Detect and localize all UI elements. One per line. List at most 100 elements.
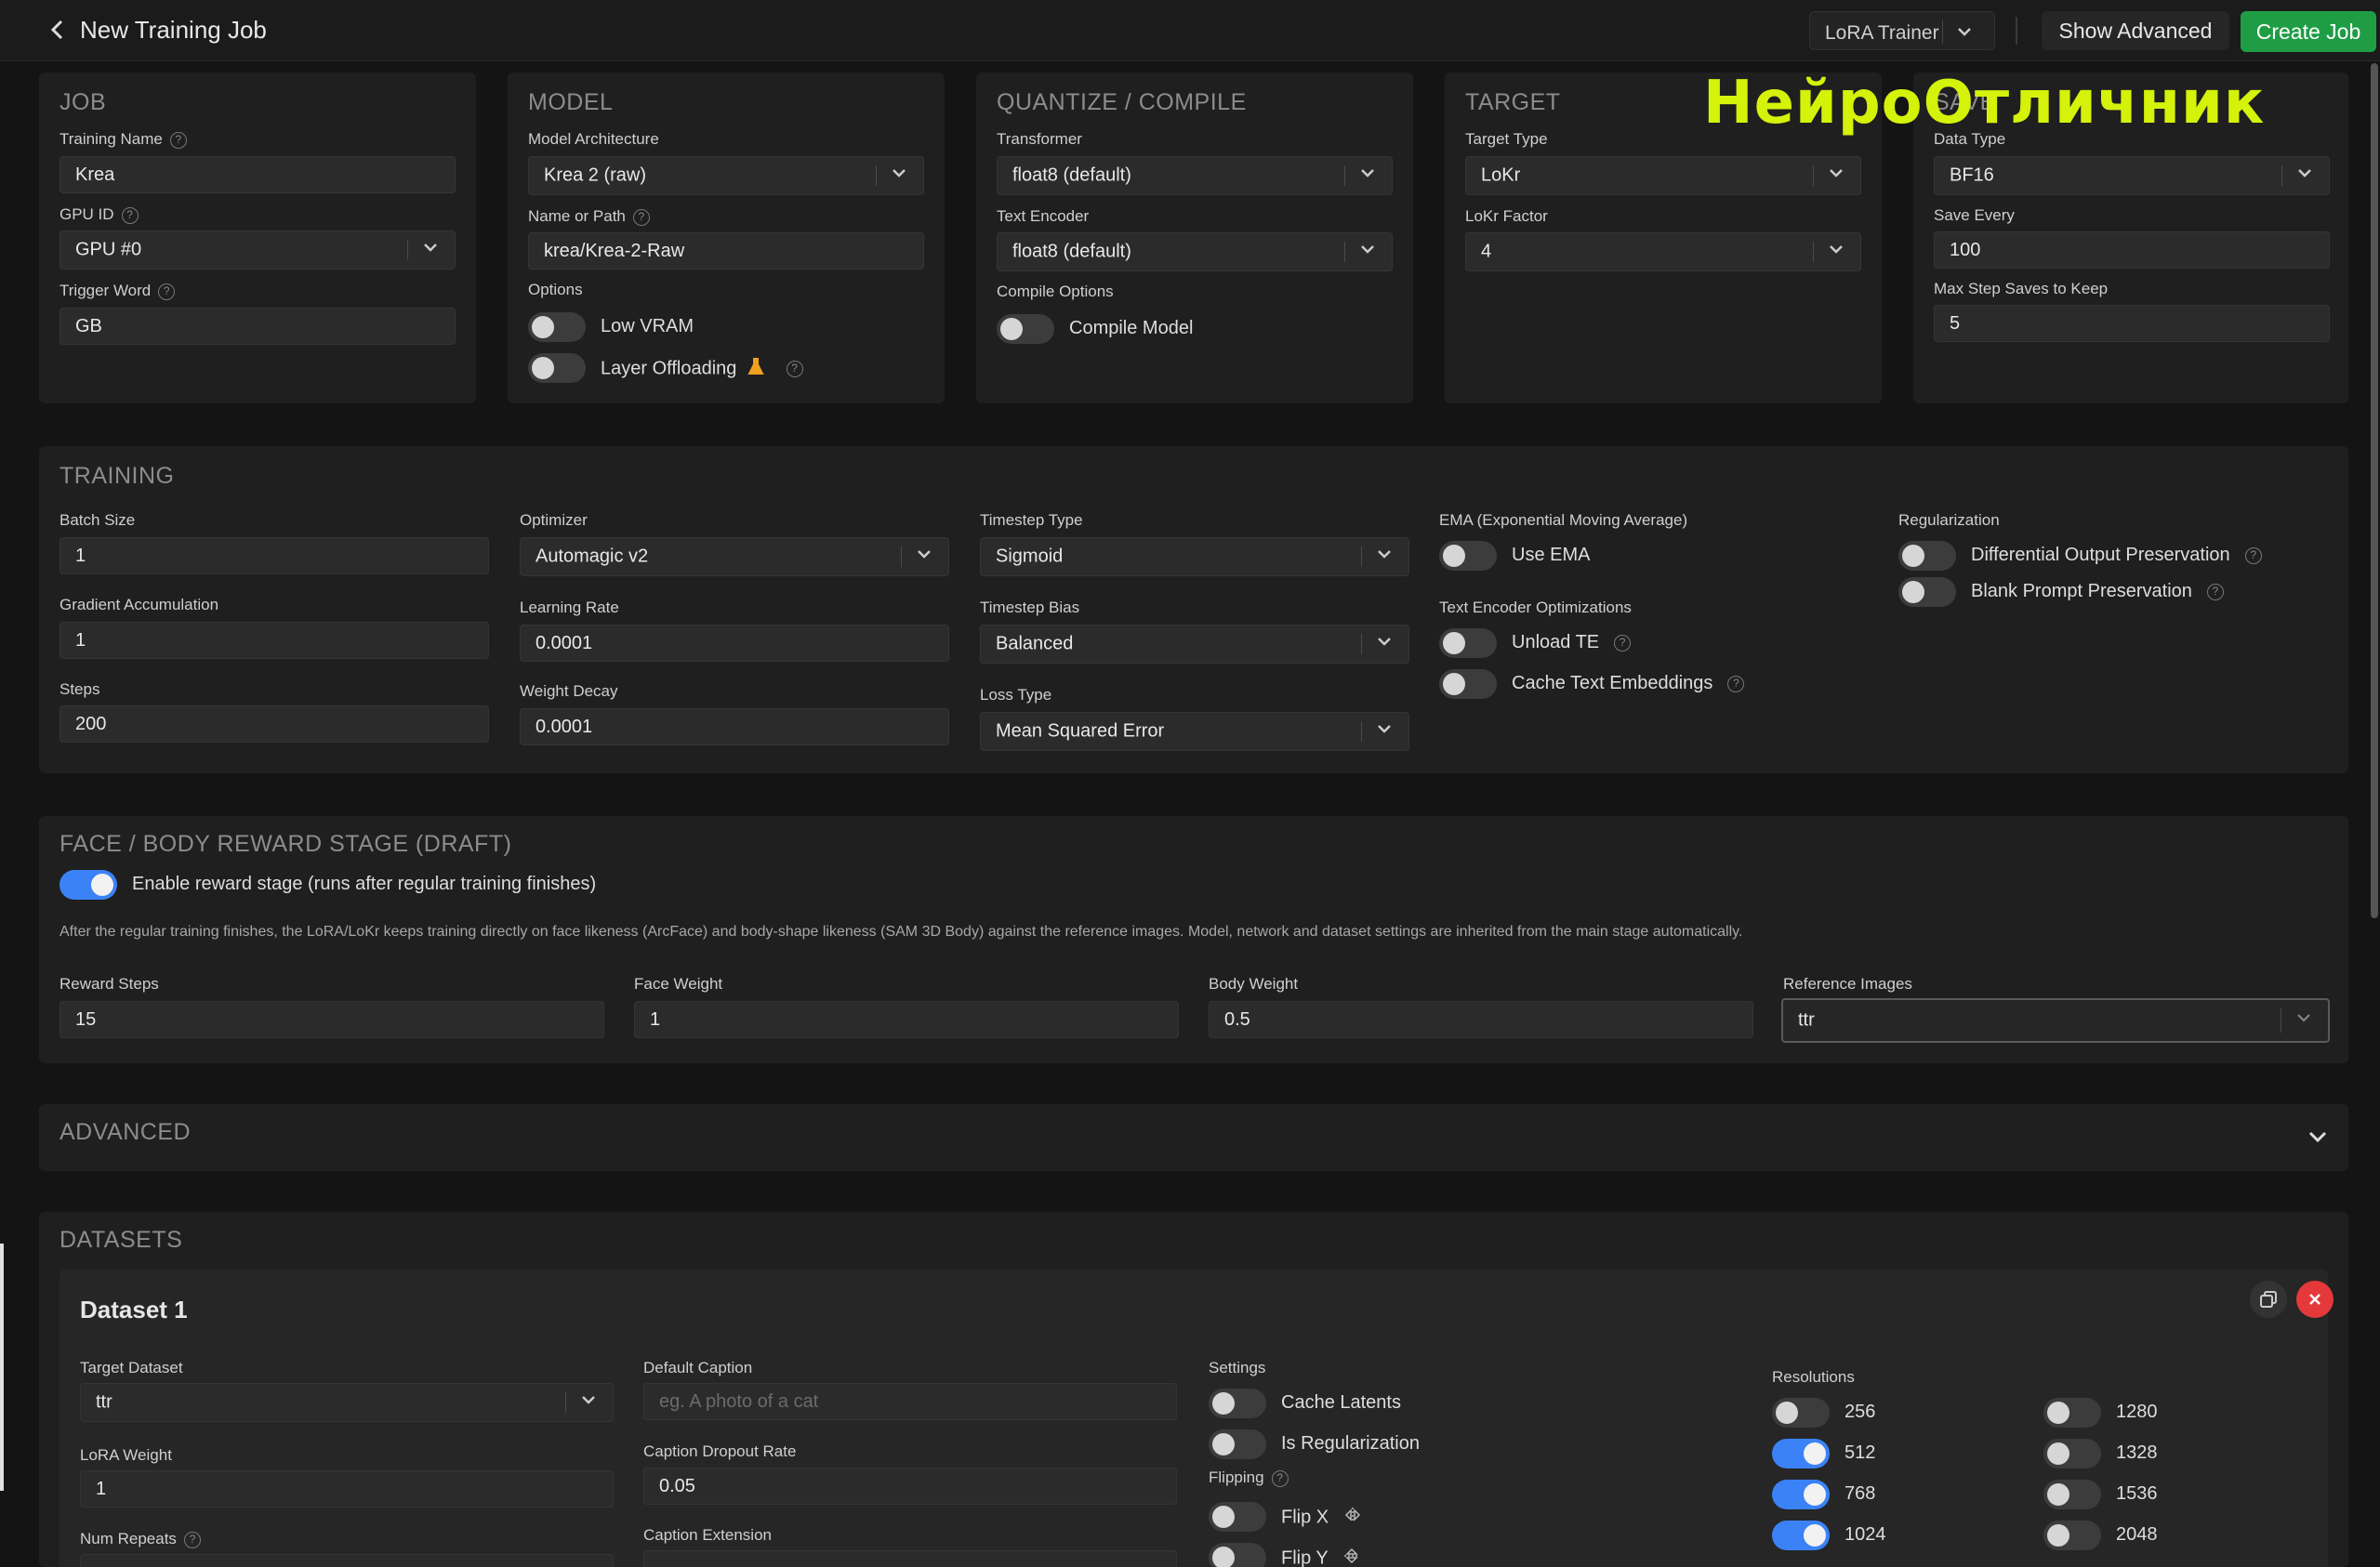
transformer-select[interactable]: float8 (default) (997, 156, 1393, 195)
reference-images-select[interactable]: ttr (1781, 998, 2330, 1043)
chevron-down-icon (421, 238, 440, 262)
compile-model-toggle[interactable] (997, 314, 1054, 344)
advanced-panel[interactable]: ADVANCED (39, 1104, 2348, 1171)
gpu-select[interactable]: GPU #0 (60, 230, 456, 270)
top-bar: New Training Job LoRA Trainer Show Advan… (0, 0, 2380, 61)
target-dataset-label: Target Dataset (80, 1359, 183, 1376)
is-regularization-label: Is Regularization (1281, 1433, 1420, 1454)
weight-decay-input[interactable]: 0.0001 (520, 708, 949, 745)
model-architecture-select[interactable]: Krea 2 (raw) (528, 156, 924, 195)
steps-input[interactable]: 200 (60, 705, 489, 743)
help-icon[interactable]: ? (183, 1531, 201, 1548)
enable-reward-stage-label: Enable reward stage (runs after regular … (132, 874, 597, 894)
chevron-down-icon (1827, 164, 1845, 188)
target-dataset-select[interactable]: ttr (80, 1383, 614, 1422)
help-icon[interactable]: ? (1727, 675, 1745, 692)
resolution-768-toggle[interactable] (1772, 1480, 1830, 1509)
resolution-1024-toggle[interactable] (1772, 1521, 1830, 1550)
use-ema-toggle[interactable] (1439, 541, 1497, 571)
learning-rate-input[interactable]: 0.0001 (520, 625, 949, 662)
show-advanced-button[interactable]: Show Advanced (2042, 11, 2229, 50)
section-title: DATASETS (60, 1227, 183, 1253)
help-icon[interactable]: ? (786, 361, 803, 377)
back-chevron-icon[interactable] (45, 16, 71, 44)
face-weight-input[interactable]: 1 (634, 1001, 1179, 1038)
resolution-1280-toggle[interactable] (2043, 1398, 2101, 1428)
enable-reward-stage-toggle[interactable] (60, 870, 117, 900)
trigger-word-input[interactable]: GB (60, 308, 456, 345)
duplicate-icon[interactable] (2250, 1281, 2287, 1318)
optimizer-select[interactable]: Automagic v2 (520, 537, 949, 576)
resolution-1328-label: 1328 (2116, 1442, 2158, 1463)
scrollbar[interactable] (2371, 63, 2378, 918)
resolution-256-toggle[interactable] (1772, 1398, 1830, 1428)
text-encoder-label: Text Encoder (997, 207, 1090, 225)
help-icon[interactable]: ? (2206, 583, 2224, 600)
training-name-input[interactable]: Krea (60, 156, 456, 193)
help-icon[interactable]: ? (158, 283, 176, 300)
default-caption-input[interactable]: eg. A photo of a cat (643, 1383, 1177, 1420)
resolution-2048-toggle[interactable] (2043, 1521, 2101, 1550)
data-type-select[interactable]: BF16 (1934, 156, 2330, 195)
quantize-panel: QUANTIZE / COMPILE Transformer float8 (d… (976, 72, 1413, 403)
unload-te-toggle[interactable] (1439, 628, 1497, 658)
save-every-input[interactable]: 100 (1934, 231, 2330, 269)
resolution-1280-label: 1280 (2116, 1402, 2158, 1422)
toolbar-divider (2016, 17, 2017, 45)
gradient-accumulation-label: Gradient Accumulation (60, 596, 219, 613)
trainer-select[interactable]: LoRA Trainer (1809, 11, 1995, 50)
loss-type-select[interactable]: Mean Squared Error (980, 712, 1409, 751)
differential-output-preservation-label: Differential Output Preservation? (1971, 545, 2262, 566)
resolution-1328-toggle[interactable] (2043, 1439, 2101, 1468)
chevron-down-icon (915, 545, 933, 569)
unload-te-label: Unload TE? (1512, 632, 1632, 653)
cache-latents-toggle[interactable] (1209, 1389, 1266, 1418)
flip-x-toggle[interactable] (1209, 1502, 1266, 1532)
low-vram-toggle[interactable] (528, 312, 586, 342)
batch-size-input[interactable]: 1 (60, 537, 489, 574)
delete-icon[interactable] (2296, 1281, 2334, 1318)
help-icon[interactable]: ? (1614, 634, 1632, 652)
help-icon[interactable]: ? (2244, 546, 2262, 564)
help-icon[interactable]: ? (169, 131, 187, 149)
lora-weight-input[interactable]: 1 (80, 1470, 614, 1508)
datasets-panel: DATASETS Dataset 1 Target Dataset ttr Lo… (39, 1212, 2348, 1567)
chevron-down-icon (1375, 545, 1394, 569)
name-or-path-input[interactable]: krea/Krea-2-Raw (528, 232, 924, 270)
flip-y-toggle[interactable] (1209, 1543, 1266, 1567)
resolution-512-toggle[interactable] (1772, 1439, 1830, 1468)
is-regularization-toggle[interactable] (1209, 1429, 1266, 1459)
text-encoder-select[interactable]: float8 (default) (997, 232, 1393, 271)
gradient-accumulation-input[interactable]: 1 (60, 622, 489, 659)
flip-horizontal-icon (1343, 1506, 1362, 1530)
reward-steps-input[interactable]: 15 (60, 1001, 604, 1038)
resolution-1536-toggle[interactable] (2043, 1480, 2101, 1509)
chevron-down-icon (1358, 240, 1377, 264)
layer-offloading-toggle[interactable] (528, 353, 586, 383)
timestep-type-select[interactable]: Sigmoid (980, 537, 1409, 576)
lokr-factor-select[interactable]: 4 (1465, 232, 1861, 271)
differential-output-preservation-toggle[interactable] (1898, 541, 1956, 571)
num-repeats-label: Num Repeats? (80, 1530, 201, 1548)
help-icon[interactable]: ? (1271, 1469, 1289, 1487)
help-icon[interactable]: ? (632, 208, 650, 226)
caption-extension-select[interactable] (643, 1550, 1177, 1567)
model-architecture-label: Model Architecture (528, 130, 659, 148)
create-job-button[interactable]: Create Job (2241, 11, 2376, 52)
steps-label: Steps (60, 680, 100, 698)
caption-dropout-rate-input[interactable]: 0.05 (643, 1468, 1177, 1505)
gpu-id-label: GPU ID? (60, 205, 139, 224)
cache-text-embeddings-toggle[interactable] (1439, 669, 1497, 699)
chevron-down-icon[interactable] (2306, 1125, 2330, 1153)
max-step-saves-input[interactable]: 5 (1934, 305, 2330, 342)
blank-prompt-preservation-toggle[interactable] (1898, 577, 1956, 607)
target-type-select[interactable]: LoKr (1465, 156, 1861, 195)
optimizer-label: Optimizer (520, 511, 588, 529)
help-icon[interactable]: ? (121, 206, 139, 224)
num-repeats-input[interactable] (80, 1554, 614, 1567)
body-weight-input[interactable]: 0.5 (1209, 1001, 1753, 1038)
timestep-bias-select[interactable]: Balanced (980, 625, 1409, 664)
face-weight-label: Face Weight (634, 975, 723, 993)
chevron-down-icon (579, 1390, 598, 1415)
resolution-768-label: 768 (1844, 1483, 1876, 1504)
